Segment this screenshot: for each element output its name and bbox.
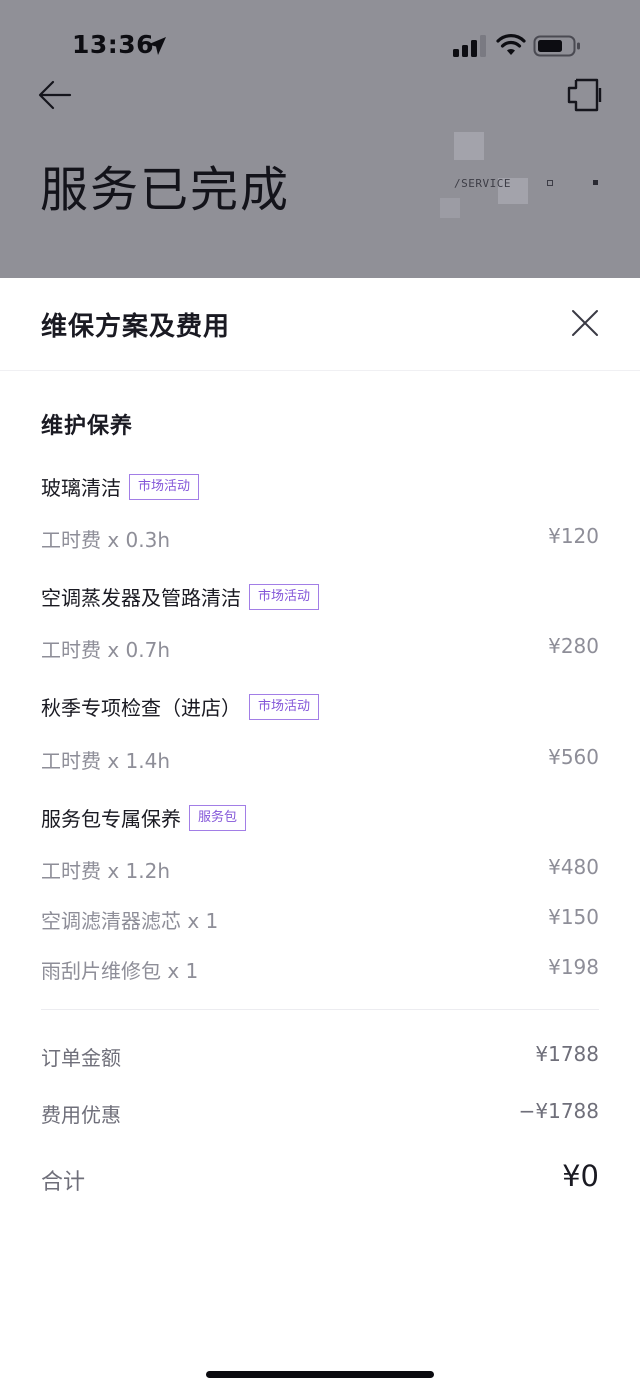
service-item-glass-cleaning: 玻璃清洁 市场活动 <box>41 472 200 501</box>
fee-line-label: 雨刮片维修包 x 1 <box>41 959 199 983</box>
section-title: 维护保养 <box>41 414 134 439</box>
service-item-name: 玻璃清洁 <box>41 476 121 500</box>
fee-line-label: 工时费 x 0.3h <box>41 528 171 552</box>
service-item-name: 空调蒸发器及管路清洁 <box>41 586 241 610</box>
fee-line: 雨刮片维修包 x 1 ¥198 <box>41 955 599 983</box>
service-item-package-maintenance: 服务包专属保养 服务包 <box>41 803 247 832</box>
order-amount-label: 订单金额 <box>41 1046 121 1070</box>
back-arrow-icon[interactable] <box>36 76 74 114</box>
promotion-tag: 市场活动 <box>249 583 320 610</box>
discount-label: 费用优惠 <box>41 1103 121 1127</box>
decorative-square <box>454 132 484 160</box>
sheet-title: 维保方案及费用 <box>41 312 231 342</box>
order-amount-row: 订单金额 ¥1788 <box>41 1042 599 1071</box>
service-item-ac-evaporator-cleaning: 空调蒸发器及管路清洁 市场活动 <box>41 582 320 611</box>
fee-line: 空调滤清器滤芯 x 1 ¥150 <box>41 905 599 933</box>
status-time: 13:36 <box>72 30 155 59</box>
service-item-name: 秋季专项检查（进店） <box>41 696 241 720</box>
status-bar: 13:36 <box>0 0 640 90</box>
divider <box>41 1009 599 1010</box>
device-icon[interactable] <box>564 74 606 116</box>
fee-line: 工时费 x 1.2h ¥480 <box>41 855 599 883</box>
fee-line: 工时费 x 0.7h ¥280 <box>41 634 599 662</box>
fee-line: 工时费 x 0.3h ¥120 <box>41 524 599 552</box>
total-row: 合计 ¥0 <box>41 1159 599 1199</box>
fee-line-amount: ¥280 <box>548 634 599 658</box>
fee-line-label: 工时费 x 1.4h <box>41 749 171 773</box>
battery-icon <box>533 35 580 57</box>
wifi-icon <box>496 34 526 55</box>
fee-line: 工时费 x 1.4h ¥560 <box>41 745 599 773</box>
fee-line-amount: ¥560 <box>548 745 599 769</box>
service-item-autumn-inspection: 秋季专项检查（进店） 市场活动 <box>41 692 320 721</box>
fee-line-label: 工时费 x 0.7h <box>41 638 171 662</box>
background-page: 13:36 服务已完成 /SERVICE <box>0 0 640 278</box>
discount-row: 费用优惠 −¥1788 <box>41 1099 599 1128</box>
decorative-dot <box>547 180 553 186</box>
total-label: 合计 <box>41 1170 86 1195</box>
page-title: 服务已完成 <box>40 162 291 218</box>
promotion-tag: 市场活动 <box>249 693 320 720</box>
location-arrow-icon <box>148 37 166 55</box>
discount-value: −¥1788 <box>518 1099 599 1123</box>
service-item-name: 服务包专属保养 <box>41 807 181 831</box>
sheet-header: 维保方案及费用 <box>0 278 640 371</box>
fee-line-amount: ¥120 <box>548 524 599 548</box>
decorative-dot <box>593 180 598 185</box>
fee-line-amount: ¥150 <box>548 905 599 929</box>
fee-line-amount: ¥480 <box>548 855 599 879</box>
service-package-tag: 服务包 <box>189 804 247 831</box>
close-icon[interactable] <box>566 304 604 342</box>
service-label: /SERVICE <box>454 177 511 190</box>
total-value: ¥0 <box>562 1159 599 1193</box>
decorative-square <box>440 198 460 218</box>
fee-line-amount: ¥198 <box>548 955 599 979</box>
fee-line-label: 空调滤清器滤芯 x 1 <box>41 909 219 933</box>
home-indicator[interactable] <box>206 1371 434 1378</box>
fee-details-sheet: 维保方案及费用 维护保养 玻璃清洁 市场活动 工时费 x 0.3h ¥120 空… <box>0 278 640 1390</box>
cellular-signal-icon <box>453 35 486 57</box>
order-amount-value: ¥1788 <box>535 1042 599 1066</box>
promotion-tag: 市场活动 <box>129 473 200 500</box>
fee-line-label: 工时费 x 1.2h <box>41 859 171 883</box>
